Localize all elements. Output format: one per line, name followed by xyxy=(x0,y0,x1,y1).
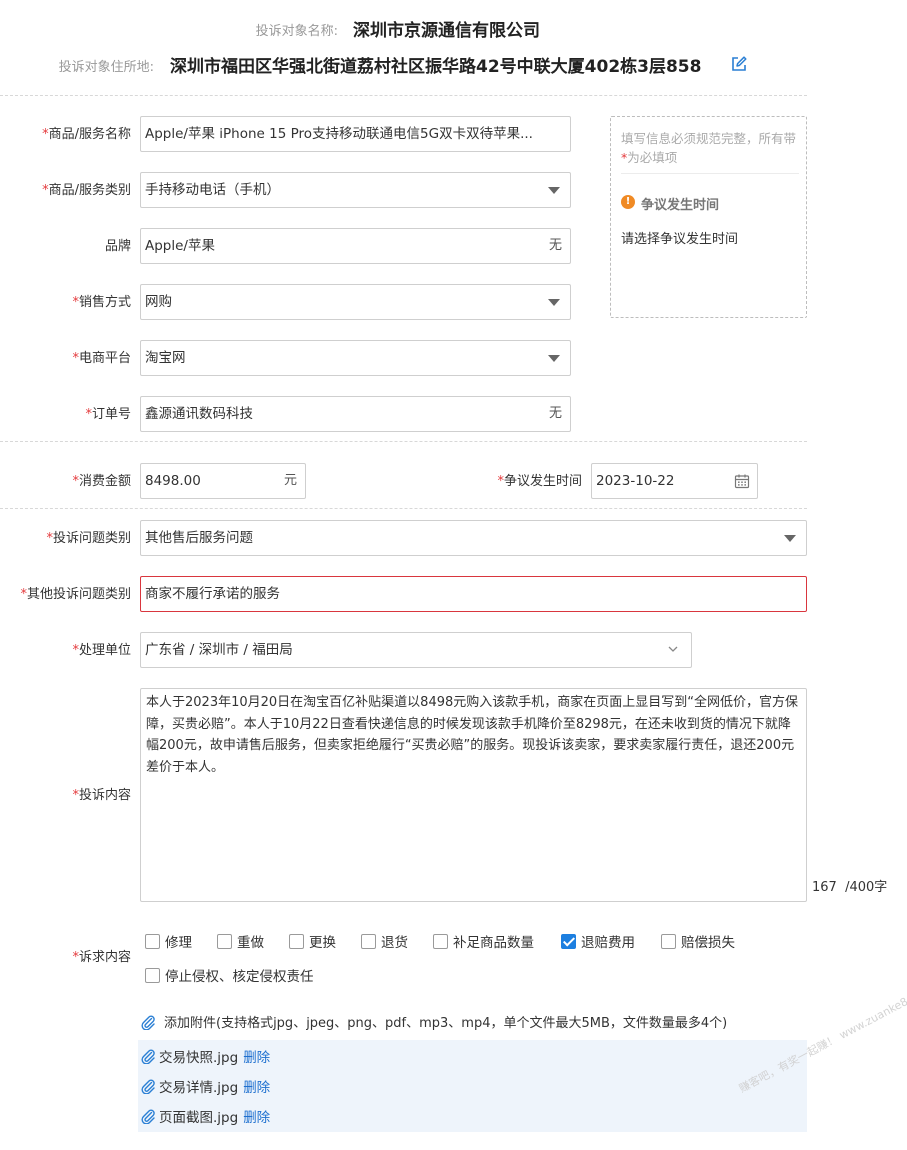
handling-unit-cascader[interactable]: 广东省 / 深圳市 / 福田局 xyxy=(140,632,692,668)
demand-checkbox-compensation[interactable]: 赔偿损失 xyxy=(661,931,735,951)
order-no-input[interactable]: 鑫源通讯数码科技 无 xyxy=(140,396,571,432)
caret-down-icon xyxy=(548,355,560,362)
platform-select[interactable]: 淘宝网 xyxy=(140,340,571,376)
checkbox-box[interactable] xyxy=(145,967,160,983)
checkbox-checked[interactable] xyxy=(561,933,576,949)
other-category-label: *其他投诉问题类别 xyxy=(20,587,131,602)
checkbox-box[interactable] xyxy=(361,933,376,949)
dispute-date-value: 2023-10-22 xyxy=(596,473,675,489)
handling-unit-value: 广东省 / 深圳市 / 福田局 xyxy=(145,642,293,658)
complaint-category-select[interactable]: 其他售后服务问题 xyxy=(140,520,807,556)
complaint-target-address: 深圳市福田区华强北街道荔村社区振华路42号中联大厦402栋3层858 xyxy=(170,57,702,77)
amount-label: *消费金额 xyxy=(72,474,131,489)
attachment-item: 交易详情.jpg 删除 xyxy=(140,1076,270,1096)
demand-checkbox-make-up-quantity[interactable]: 补足商品数量 xyxy=(433,931,534,951)
other-category-input[interactable]: 商家不履行承诺的服务 xyxy=(140,576,807,612)
checkbox-box[interactable] xyxy=(661,933,676,949)
demand-checkbox-redo[interactable]: 重做 xyxy=(217,931,264,951)
platform-value: 淘宝网 xyxy=(145,350,186,366)
tip-heading: 争议发生时间 xyxy=(641,198,720,213)
add-attachment-label: 添加附件(支持格式jpg、jpeg、png、pdf、mp3、mp4，单个文件最大… xyxy=(164,1016,728,1031)
tip-note: 填写信息必须规范完整，所有带*为必填项 xyxy=(621,131,797,165)
sales-method-value: 网购 xyxy=(145,294,172,310)
caret-down-icon xyxy=(548,299,560,306)
brand-input[interactable]: Apple/苹果 无 xyxy=(140,228,571,264)
attachment-name[interactable]: 页面截图.jpg xyxy=(159,1106,238,1126)
amount-value: 8498.00 xyxy=(145,473,201,489)
complaint-target-name-label: 投诉对象名称: xyxy=(255,24,338,39)
delete-attachment-link[interactable]: 删除 xyxy=(243,1106,270,1126)
paperclip-icon xyxy=(141,1109,155,1124)
add-attachment-button[interactable]: 添加附件(支持格式jpg、jpeg、png、pdf、mp3、mp4，单个文件最大… xyxy=(140,1012,727,1031)
sales-method-select[interactable]: 网购 xyxy=(140,284,571,320)
demand-checkbox-stop-infringement[interactable]: 停止侵权、核定侵权责任 xyxy=(145,965,314,985)
complaint-target-address-label: 投诉对象住所地: xyxy=(58,60,154,75)
attachment-list: 交易快照.jpg 删除 交易详情.jpg 删除 页面截图.jpg 删除 xyxy=(138,1040,807,1132)
watermark: 赚客吧，有奖一起赚！ www.zuanke8.com xyxy=(736,982,907,1096)
warning-icon: ! xyxy=(621,195,635,209)
paperclip-icon xyxy=(141,1049,155,1064)
complaint-content-label: *投诉内容 xyxy=(72,788,131,803)
caret-down-icon xyxy=(548,187,560,194)
delete-attachment-link[interactable]: 删除 xyxy=(243,1076,270,1096)
dispute-date-label: *争议发生时间 xyxy=(497,474,582,489)
attachment-name[interactable]: 交易详情.jpg xyxy=(159,1076,238,1096)
attachment-item: 交易快照.jpg 删除 xyxy=(140,1046,270,1066)
divider xyxy=(0,441,807,442)
checkbox-box[interactable] xyxy=(289,933,304,949)
divider xyxy=(0,95,807,96)
demand-checkbox-repair[interactable]: 修理 xyxy=(145,931,192,951)
complaint-content-textarea[interactable]: 本人于2023年10月20日在淘宝百亿补贴渠道以8498元购入该款手机，商家在页… xyxy=(140,688,807,902)
brand-label: 品牌 xyxy=(104,239,131,254)
dispute-date-picker[interactable]: 2023-10-22 xyxy=(591,463,758,499)
checkbox-box[interactable] xyxy=(433,933,448,949)
char-counter: 167 /400字 xyxy=(812,880,888,895)
brand-none-suffix[interactable]: 无 xyxy=(549,229,562,263)
tip-box: 填写信息必须规范完整，所有带*为必填项 ! 争议发生时间 请选择争议发生时间 xyxy=(610,116,807,318)
demand-checkbox-refund[interactable]: 退赔费用 xyxy=(561,931,635,951)
chevron-down-icon xyxy=(668,646,678,652)
product-category-value: 手持移动电话（手机） xyxy=(145,182,280,198)
platform-label: *电商平台 xyxy=(72,351,131,366)
product-name-input[interactable]: Apple/苹果 iPhone 15 Pro支持移动联通电信5G双卡双待苹果..… xyxy=(140,116,571,152)
handling-unit-label: *处理单位 xyxy=(72,643,131,658)
product-category-label: *商品/服务类别 xyxy=(42,183,131,198)
edit-icon[interactable] xyxy=(730,55,748,73)
demand-checkbox-replace[interactable]: 更换 xyxy=(289,931,336,951)
complaint-target-name: 深圳市京源通信有限公司 xyxy=(353,21,540,41)
calendar-icon[interactable] xyxy=(734,473,750,489)
tip-divider xyxy=(621,173,799,174)
order-no-none-suffix[interactable]: 无 xyxy=(549,397,562,431)
paperclip-icon xyxy=(141,1079,155,1094)
checkbox-box[interactable] xyxy=(145,933,160,949)
checkbox-box[interactable] xyxy=(217,933,232,949)
complaint-category-value: 其他售后服务问题 xyxy=(145,530,253,546)
tip-body: 请选择争议发生时间 xyxy=(621,232,739,247)
sales-method-label: *销售方式 xyxy=(72,295,131,310)
demand-checkbox-return[interactable]: 退货 xyxy=(361,931,408,951)
attachment-item: 页面截图.jpg 删除 xyxy=(140,1106,270,1126)
caret-down-icon xyxy=(784,535,796,542)
delete-attachment-link[interactable]: 删除 xyxy=(243,1046,270,1066)
amount-input[interactable]: 8498.00 元 xyxy=(140,463,306,499)
demands-label: *诉求内容 xyxy=(72,950,131,965)
product-category-select[interactable]: 手持移动电话（手机） xyxy=(140,172,571,208)
paperclip-icon xyxy=(141,1015,155,1030)
product-name-label: *商品/服务名称 xyxy=(42,127,131,142)
complaint-category-label: *投诉问题类别 xyxy=(46,531,131,546)
amount-unit: 元 xyxy=(283,473,297,488)
divider xyxy=(0,508,807,509)
order-no-label: *订单号 xyxy=(85,407,131,422)
order-no-value: 鑫源通讯数码科技 xyxy=(145,406,253,422)
attachment-name[interactable]: 交易快照.jpg xyxy=(159,1046,238,1066)
brand-value: Apple/苹果 xyxy=(145,238,215,254)
